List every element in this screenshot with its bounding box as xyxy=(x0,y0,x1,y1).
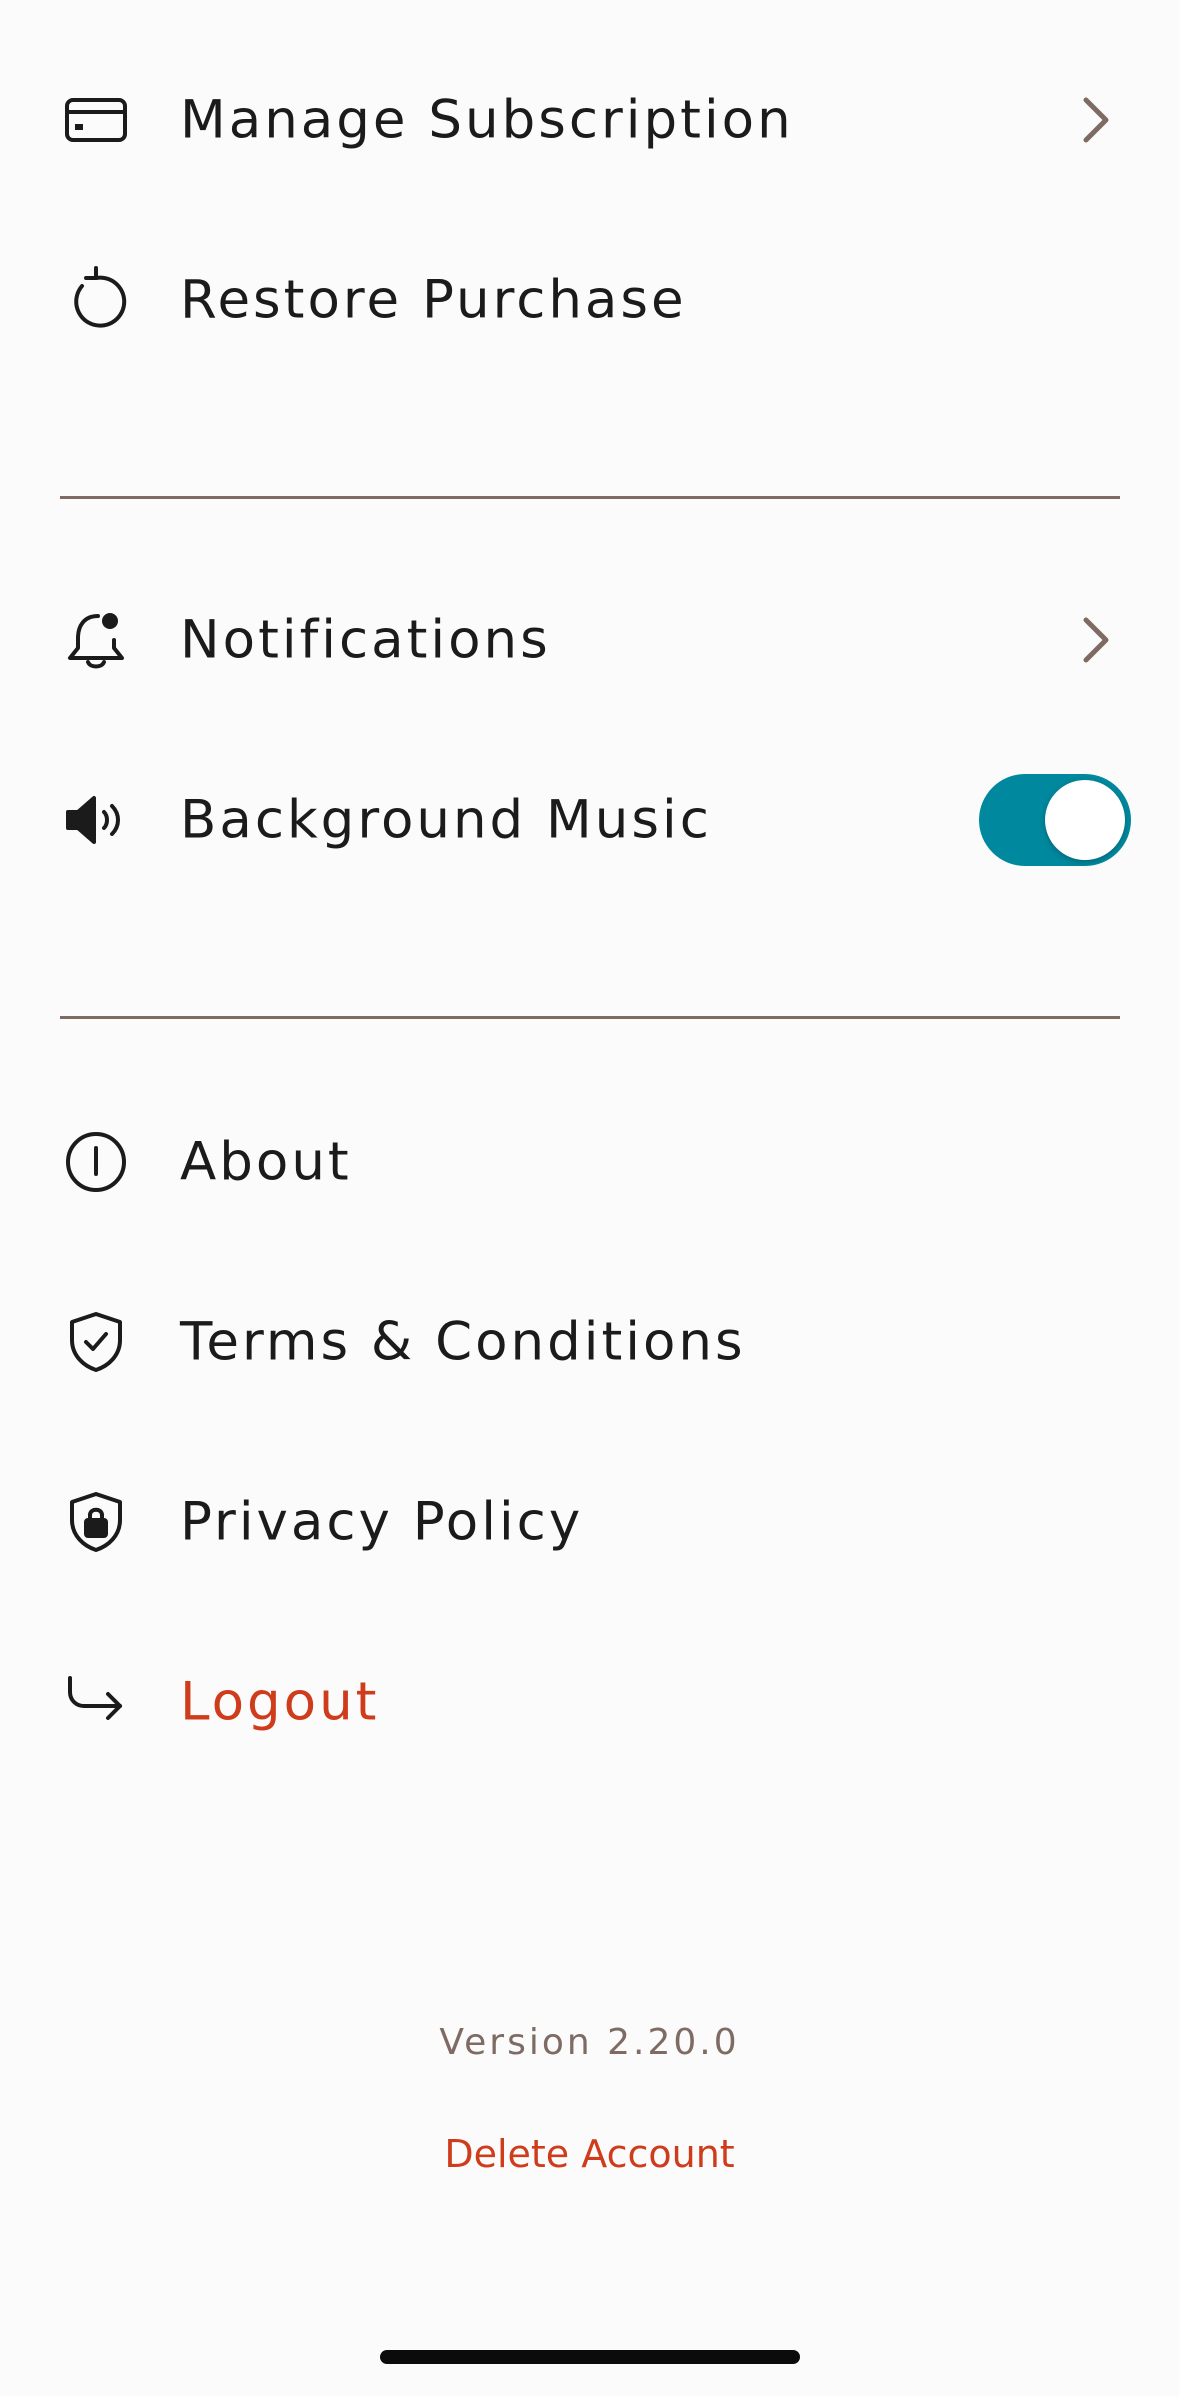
speaker-icon xyxy=(60,784,132,856)
background-music-label: Background Music xyxy=(180,789,712,851)
menu-item-terms-conditions[interactable]: Terms & Conditions xyxy=(0,1272,1179,1412)
chevron-right-icon xyxy=(1069,614,1121,666)
terms-conditions-label: Terms & Conditions xyxy=(180,1311,746,1373)
menu-item-privacy-policy[interactable]: Privacy Policy xyxy=(0,1452,1179,1592)
info-circle-icon xyxy=(60,1126,132,1198)
section-divider xyxy=(60,1016,1120,1019)
restore-icon xyxy=(60,264,132,336)
menu-item-manage-subscription[interactable]: Manage Subscription xyxy=(0,50,1179,190)
menu-item-background-music: Background Music xyxy=(0,750,1179,890)
menu-item-notifications[interactable]: Notifications xyxy=(0,570,1179,710)
shield-lock-icon xyxy=(60,1486,132,1558)
delete-account-link[interactable]: Delete Account xyxy=(0,2132,1179,2176)
notifications-label: Notifications xyxy=(180,609,551,671)
logout-label: Logout xyxy=(180,1671,380,1733)
menu-item-restore-purchase[interactable]: Restore Purchase xyxy=(0,230,1179,370)
background-music-toggle[interactable] xyxy=(979,774,1131,866)
menu-item-about[interactable]: About xyxy=(0,1092,1179,1232)
menu-item-logout[interactable]: Logout xyxy=(0,1632,1179,1772)
logout-arrow-icon xyxy=(60,1666,132,1738)
toggle-knob xyxy=(1045,780,1125,860)
restore-purchase-label: Restore Purchase xyxy=(180,269,687,331)
chevron-right-icon xyxy=(1069,94,1121,146)
bell-badge-icon xyxy=(60,604,132,676)
privacy-policy-label: Privacy Policy xyxy=(180,1491,584,1553)
manage-subscription-label: Manage Subscription xyxy=(180,89,794,151)
shield-check-icon xyxy=(60,1306,132,1378)
app-version: Version 2.20.0 xyxy=(439,2022,740,2063)
section-divider xyxy=(60,496,1120,499)
credit-card-icon xyxy=(60,84,132,156)
about-label: About xyxy=(180,1131,352,1193)
home-indicator[interactable] xyxy=(380,2350,800,2364)
